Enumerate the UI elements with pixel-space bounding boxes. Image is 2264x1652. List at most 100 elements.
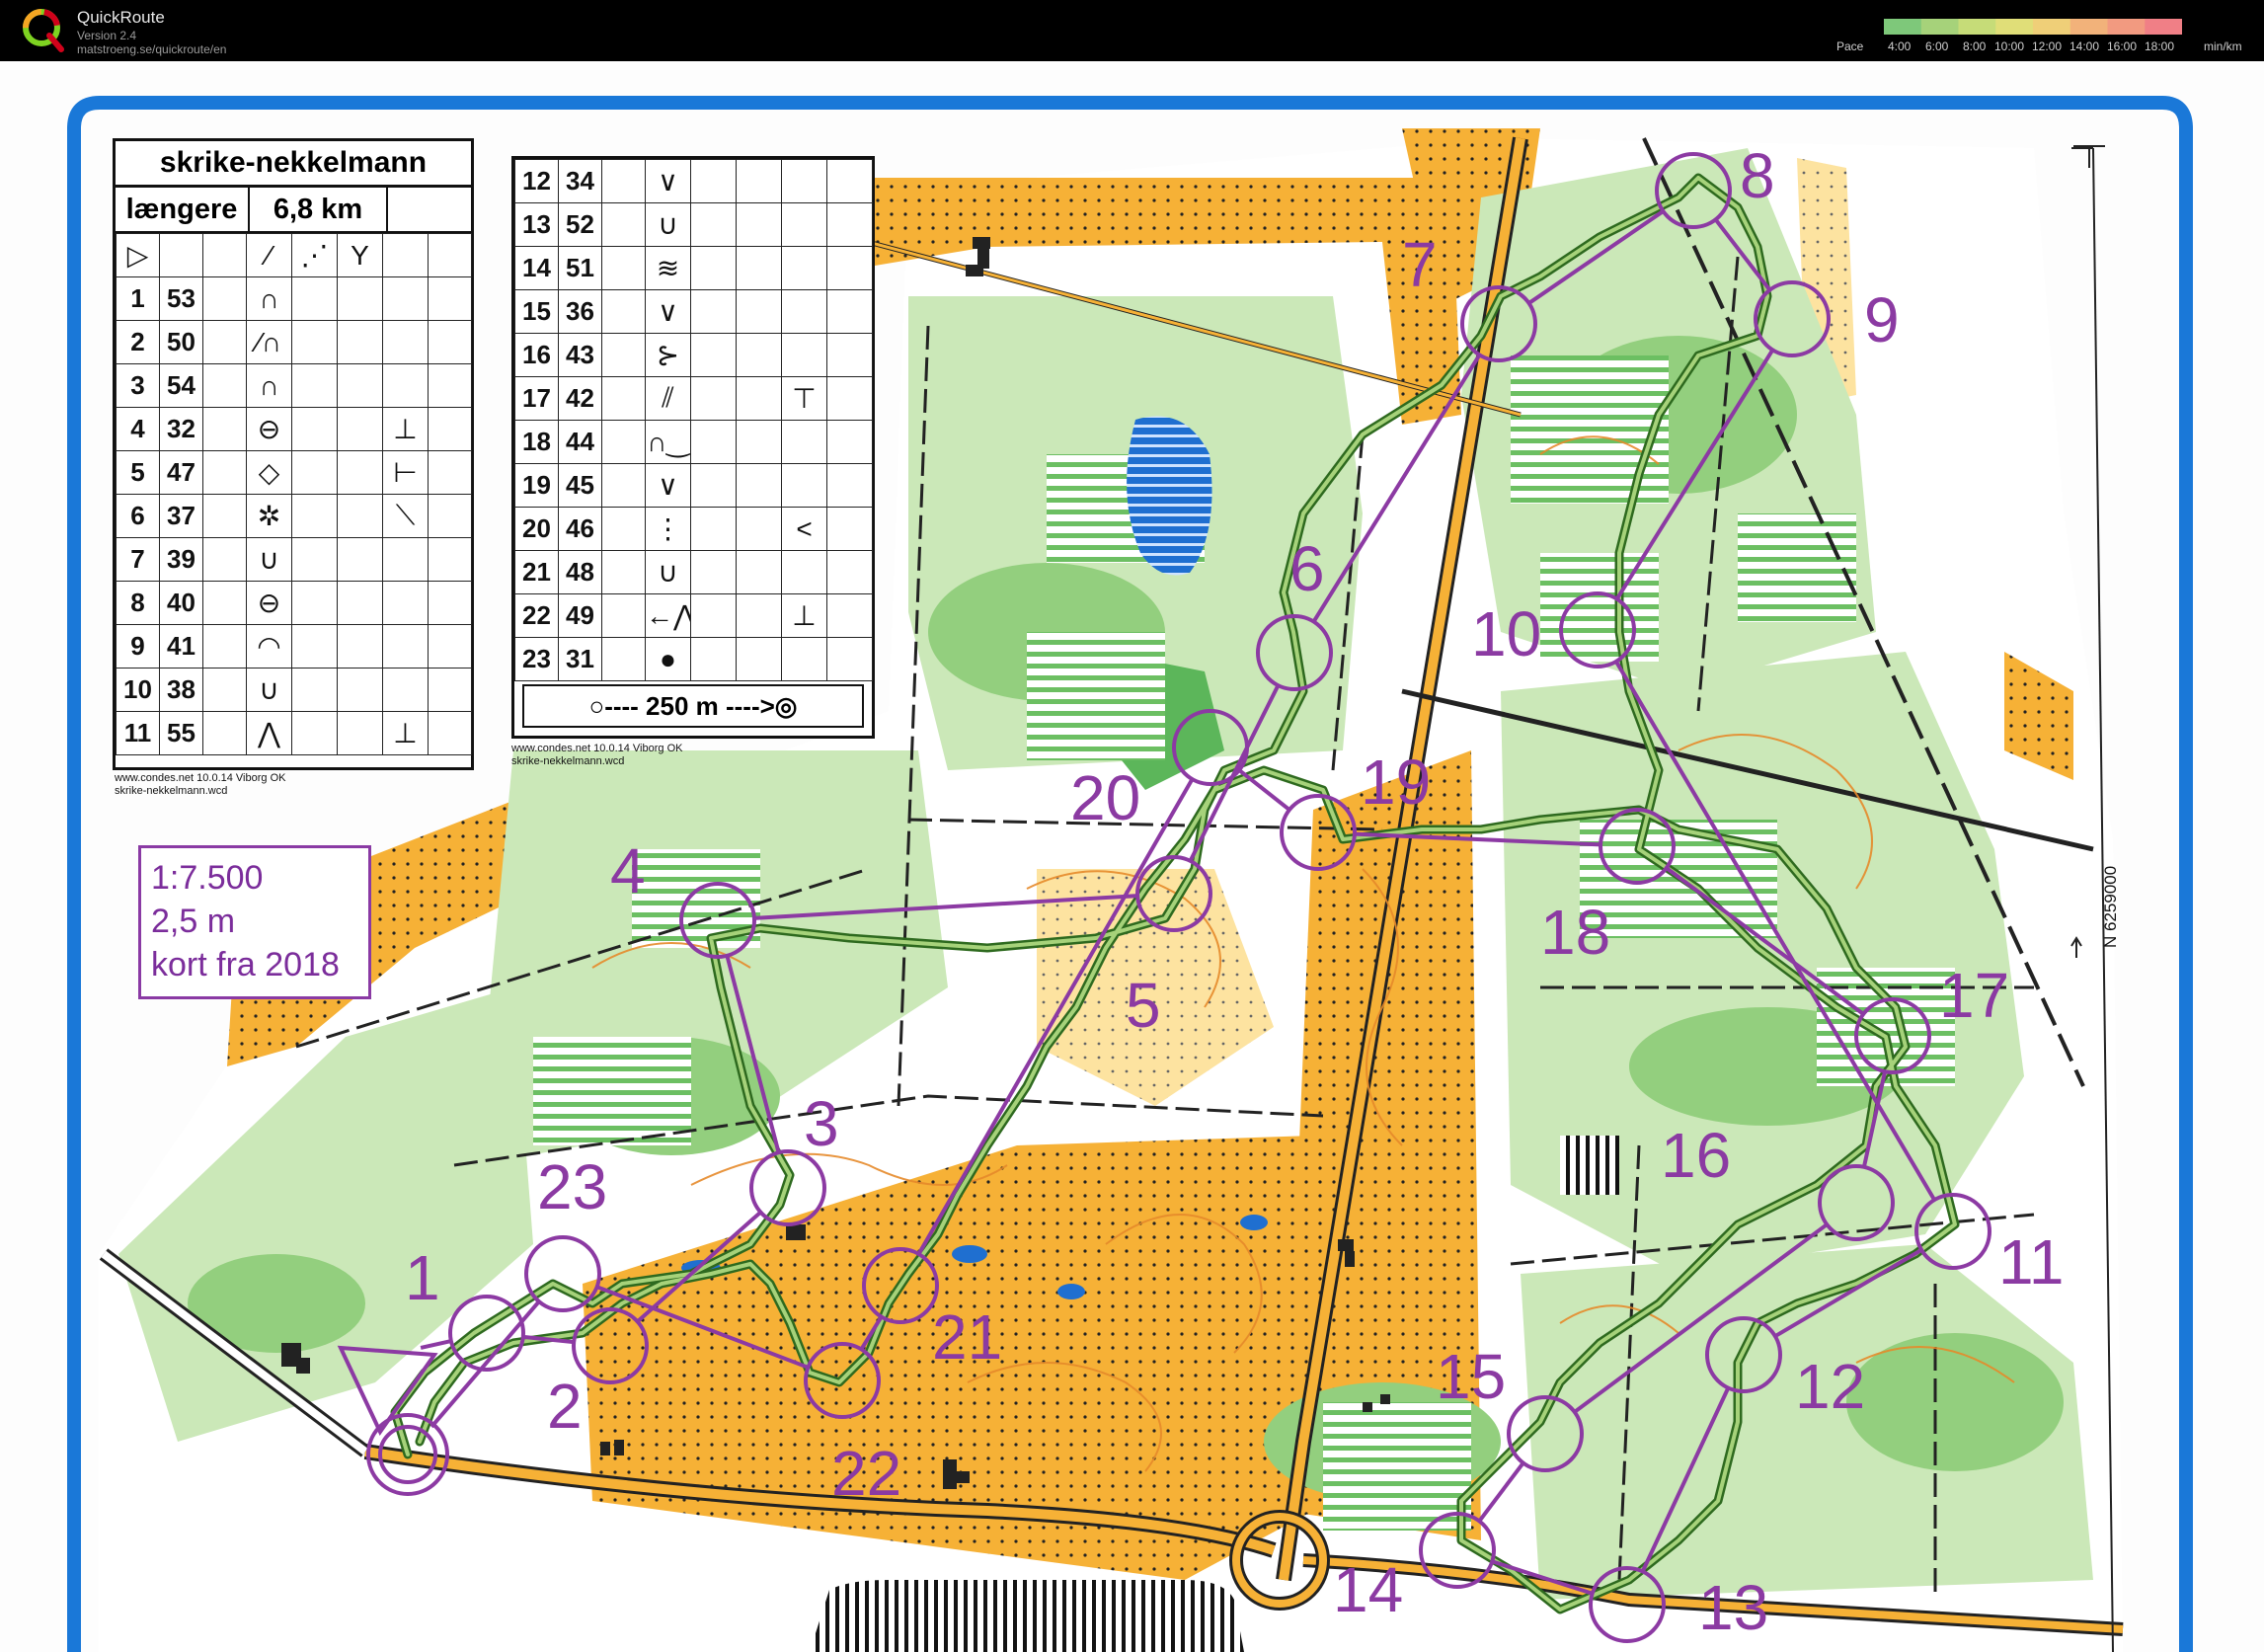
start-symbol-icon: ▷ bbox=[116, 233, 160, 277]
pace-tick: 14:00 bbox=[2069, 39, 2100, 53]
control-code: 47 bbox=[159, 450, 203, 495]
location-symbol-icon bbox=[382, 537, 429, 582]
feature-symbol-icon: ∪ bbox=[645, 550, 691, 594]
pace-color-swatch bbox=[1884, 19, 1922, 35]
control-description-row: 8 40 ⊖ bbox=[116, 581, 472, 625]
control-order: 13 bbox=[514, 202, 559, 247]
control-number-19: 19 bbox=[1361, 747, 1432, 818]
pace-tick: 6:00 bbox=[1925, 39, 1949, 53]
control-description-row: 2249 ←⋀ ⊥ bbox=[514, 593, 873, 638]
feature-symbol-icon: ◇ bbox=[246, 450, 292, 495]
control-order: 21 bbox=[514, 550, 559, 594]
control-description-row: 15 36 ∨ bbox=[514, 289, 873, 334]
control-number-17: 17 bbox=[1939, 960, 2010, 1031]
pace-color-swatch bbox=[2107, 19, 2146, 35]
control-description-row: 7 39 ∪ bbox=[116, 537, 472, 582]
condes-note: www.condes.net 10.0.14 Viborg OK bbox=[511, 743, 683, 754]
control-code: 45 bbox=[558, 463, 602, 508]
pace-tick: 18:00 bbox=[2145, 39, 2175, 53]
control-order: 18 bbox=[514, 420, 559, 464]
junction-symbol-icon: Y bbox=[337, 233, 383, 277]
control-description-row: 9 41 ◠ bbox=[116, 624, 472, 669]
control-description-row: 12 34 ∨ bbox=[514, 159, 873, 203]
control-order: 22 bbox=[514, 593, 559, 638]
feature-symbol-icon: ⊖ bbox=[246, 407, 292, 451]
pace-label: Pace bbox=[1836, 39, 1864, 53]
control-order: 1 bbox=[116, 276, 160, 321]
control-description-row: 21 48 ∪ bbox=[514, 550, 873, 594]
control-description-row: 18 44 ∩‿ bbox=[514, 420, 873, 464]
location-symbol-icon: ⟍ bbox=[382, 494, 429, 538]
control-description-row: 5 47 ◇ ⊢ bbox=[116, 450, 472, 495]
control-order: 23 bbox=[514, 637, 559, 681]
location-symbol-icon bbox=[781, 333, 827, 377]
pace-tick: 10:00 bbox=[1994, 39, 2025, 53]
control-description-row: 11 55 ⋀ ⊥ bbox=[116, 711, 472, 755]
pace-color-scale bbox=[1884, 19, 2182, 35]
control-code: 36 bbox=[558, 289, 602, 334]
control-description-row: 2 50 ⁄∩ bbox=[116, 320, 472, 364]
control-number-18: 18 bbox=[1540, 897, 1611, 968]
control-code: 50 bbox=[159, 320, 203, 364]
feature-symbol-icon: ⋮ bbox=[645, 507, 691, 551]
control-number-21: 21 bbox=[932, 1301, 1003, 1373]
control-number-15: 15 bbox=[1436, 1341, 1507, 1412]
control-code: 52 bbox=[558, 202, 602, 247]
pace-tick: 12:00 bbox=[2032, 39, 2063, 53]
location-symbol-icon bbox=[382, 320, 429, 364]
feature-symbol-icon: ∩ bbox=[246, 363, 292, 408]
control-number-13: 13 bbox=[1698, 1572, 1769, 1643]
location-symbol-icon bbox=[382, 276, 429, 321]
control-order: 5 bbox=[116, 450, 160, 495]
control-description-row: 19 45 ∨ bbox=[514, 463, 873, 508]
control-number-3: 3 bbox=[804, 1088, 839, 1159]
track-symbol-icon: ⋰ bbox=[291, 233, 338, 277]
control-order: 16 bbox=[514, 333, 559, 377]
control-description-sheet: skrike-nekkelmann længere 6,8 km ▷ ⁄ ⋰ Y… bbox=[113, 138, 474, 770]
control-code: 39 bbox=[159, 537, 203, 582]
feature-symbol-icon: ≋ bbox=[645, 246, 691, 290]
feature-symbol-icon: ←⋀ bbox=[645, 593, 691, 638]
location-symbol-icon: ⊥ bbox=[382, 407, 429, 451]
location-symbol-icon bbox=[781, 463, 827, 508]
pace-unit: min/km bbox=[2204, 39, 2242, 53]
control-code: 55 bbox=[159, 711, 203, 755]
control-code: 44 bbox=[558, 420, 602, 464]
control-description-row: 10 38 ∪ bbox=[116, 668, 472, 712]
control-description-row: 13 52 ∪ bbox=[514, 202, 873, 247]
control-description-row: 23 31 ● bbox=[514, 637, 873, 681]
pace-tick: 8:00 bbox=[1963, 39, 1987, 53]
pace-color-swatch bbox=[2145, 19, 2182, 35]
control-number-7: 7 bbox=[1402, 229, 1438, 300]
pace-color-swatch bbox=[1995, 19, 2034, 35]
map-exchange-note: ○---- 250 m ---->◎ bbox=[522, 684, 864, 728]
course-file-note: skrike-nekkelmann.wcd bbox=[115, 785, 228, 797]
course-length: 6,8 km bbox=[250, 188, 388, 231]
location-symbol-icon bbox=[781, 159, 827, 203]
control-order: 20 bbox=[514, 507, 559, 551]
feature-symbol-icon: ∨ bbox=[645, 159, 691, 203]
control-number-8: 8 bbox=[1740, 140, 1775, 211]
map-scale-box: 1:7.500 2,5 m kort fra 2018 bbox=[138, 845, 371, 999]
pace-color-swatch bbox=[2069, 19, 2108, 35]
control-code: 32 bbox=[159, 407, 203, 451]
contour-interval: 2,5 m bbox=[151, 903, 236, 940]
location-symbol-icon bbox=[781, 246, 827, 290]
control-number-11: 11 bbox=[1998, 1226, 2065, 1298]
control-number-1: 1 bbox=[405, 1242, 440, 1313]
pace-color-swatch bbox=[1920, 19, 1959, 35]
course-class: længere bbox=[116, 188, 250, 231]
condes-note: www.condes.net 10.0.14 Viborg OK bbox=[115, 772, 286, 784]
pace-tick: 4:00 bbox=[1888, 39, 1912, 53]
control-number-10: 10 bbox=[1471, 598, 1542, 669]
control-order: 14 bbox=[514, 246, 559, 290]
control-description-row: 16 43 ⊱ bbox=[514, 333, 873, 377]
app-url[interactable]: matstroeng.se/quickroute/en bbox=[77, 42, 226, 56]
feature-symbol-icon: ∪ bbox=[246, 537, 292, 582]
control-order: 7 bbox=[116, 537, 160, 582]
control-code: 46 bbox=[558, 507, 602, 551]
location-symbol-icon: ⊢ bbox=[382, 450, 429, 495]
feature-symbol-icon: ⋀ bbox=[246, 711, 292, 755]
control-code: 48 bbox=[558, 550, 602, 594]
control-order: 3 bbox=[116, 363, 160, 408]
